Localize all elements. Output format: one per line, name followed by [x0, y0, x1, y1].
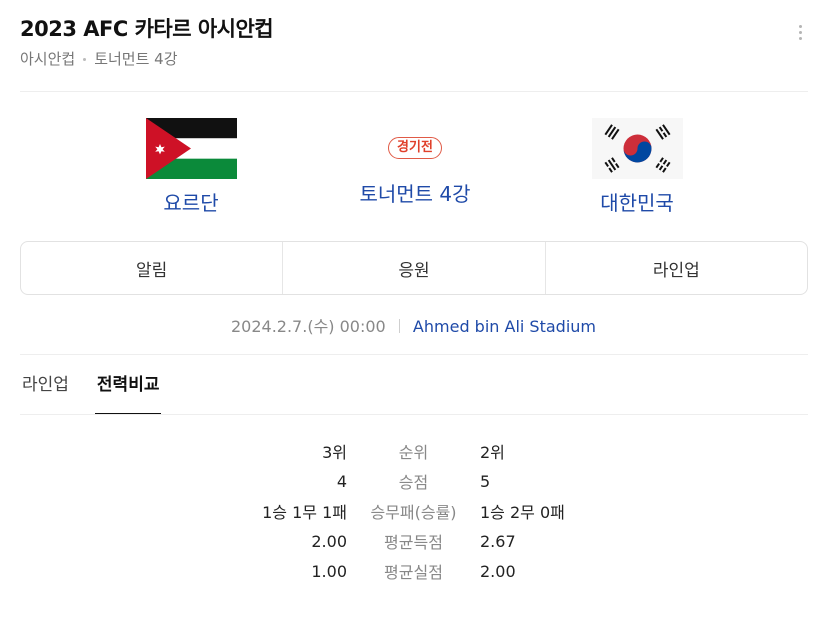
away-value: 2위 [480, 443, 505, 462]
breadcrumb-separator [83, 57, 87, 61]
stadium-link[interactable]: Ahmed bin Ali Stadium [413, 317, 596, 336]
stat-label: 승무패(승률) [370, 503, 457, 522]
home-team[interactable]: 요르단 [91, 118, 291, 218]
comparison-row: 1승 1무 1패 승무패(승률) 1승 2무 0패 [0, 496, 827, 526]
jordan-flag-icon [145, 118, 237, 179]
stat-label: 승점 [398, 473, 429, 492]
home-value: 1승 1무 1패 [262, 503, 347, 522]
match-datetime: 2024.2.7.(수) 00:00 [230, 317, 386, 336]
match-info: 2024.2.7.(수) 00:00 Ahmed bin Ali Stadium [0, 315, 827, 339]
subtab-comparison[interactable]: 전력비교 [94, 370, 162, 415]
tab-cheer[interactable]: 응원 [282, 242, 544, 294]
page-title: 2023 AFC 카타르 아시안컵 [20, 17, 274, 41]
home-value: 1.00 [311, 561, 347, 581]
stat-label: 평균실점 [384, 563, 443, 582]
away-team[interactable]: 대한민국 [537, 118, 737, 218]
info-separator [398, 319, 400, 333]
match-header: 2023 AFC 카타르 아시안컵 아시안컵 토너먼트 4강 [20, 14, 810, 70]
comparison-row: 4 승점 5 [0, 466, 827, 496]
tab-notifications[interactable]: 알림 [21, 242, 282, 294]
breadcrumb-round: 토너먼트 4강 [94, 50, 178, 68]
breadcrumb: 아시안컵 토너먼트 4강 [20, 48, 810, 70]
away-team-name[interactable]: 대한민국 [537, 188, 737, 218]
info-divider [20, 354, 808, 355]
away-value: 2.00 [480, 561, 516, 581]
match-round: 토너먼트 4강 [359, 182, 471, 206]
sub-tabs: 라인업 전력비교 [20, 370, 185, 415]
status-badge: 경기전 [388, 137, 442, 159]
main-tabs: 알림 응원 라인업 [20, 241, 808, 295]
away-value: 5 [480, 471, 491, 491]
more-options-icon[interactable] [790, 20, 810, 44]
home-value: 2.00 [311, 531, 347, 551]
stat-label: 평균득점 [384, 533, 443, 552]
comparison-row: 2.00 평균득점 2.67 [0, 526, 827, 556]
korea-flag-icon [591, 118, 683, 179]
home-value: 3위 [322, 443, 347, 462]
comparison-table: 3위 순위 2위 4 승점 5 1승 1무 1패 승무패(승률) 1승 2무 0… [0, 436, 827, 586]
stat-label: 순위 [398, 443, 429, 462]
header-divider [20, 91, 808, 92]
home-value: 4 [336, 471, 347, 491]
breadcrumb-league[interactable]: 아시안컵 [20, 48, 75, 70]
away-value: 1승 2무 0패 [480, 503, 565, 522]
match-status: 경기전 토너먼트 4강 [315, 136, 515, 209]
comparison-row: 1.00 평균실점 2.00 [0, 556, 827, 586]
home-team-name[interactable]: 요르단 [91, 188, 291, 218]
subtab-lineup[interactable]: 라인업 [20, 370, 71, 415]
comparison-row: 3위 순위 2위 [0, 436, 827, 466]
away-value: 2.67 [480, 531, 516, 551]
tab-lineup[interactable]: 라인업 [544, 242, 807, 294]
subtabs-divider [20, 414, 808, 415]
